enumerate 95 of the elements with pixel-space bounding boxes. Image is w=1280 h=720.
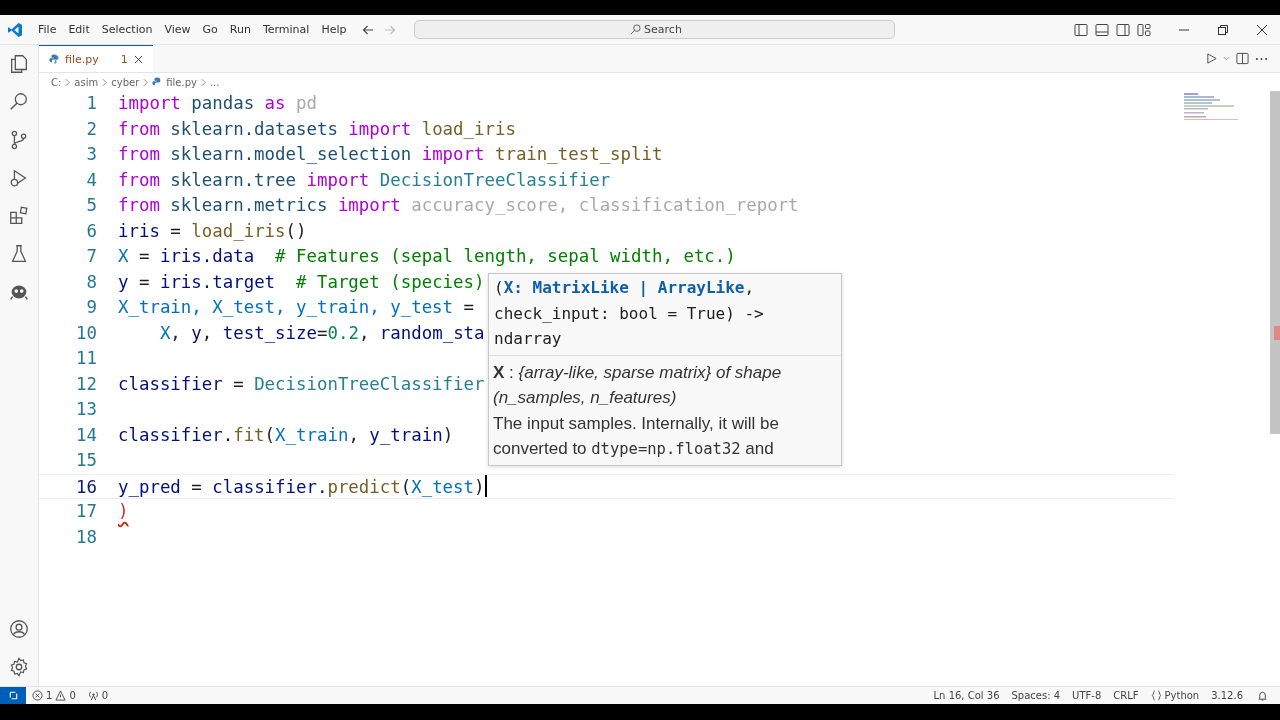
line-ending-setting[interactable]: CRLF: [1107, 690, 1145, 701]
search-icon[interactable]: [8, 91, 30, 113]
code-line: X, y, test_size=0.2, random_sta: [158, 321, 485, 345]
encoding-setting[interactable]: UTF-8: [1066, 690, 1108, 701]
line-number: 10: [75, 321, 97, 345]
code-line: classifier = DecisionTreeClassifier: [118, 372, 485, 396]
line-number: 6: [85, 219, 97, 243]
close-icon[interactable]: [1256, 23, 1268, 36]
chevron-icon: [143, 77, 149, 87]
back-arrow-icon[interactable]: [362, 23, 375, 36]
line-number: 13: [75, 398, 97, 421]
line-number: 5: [85, 194, 97, 217]
search-icon: [630, 24, 642, 35]
scrollbar-thumb[interactable]: [1270, 91, 1280, 434]
breadcrumb-item[interactable]: file.py: [166, 76, 197, 88]
ports-indicator[interactable]: 0: [81, 690, 115, 701]
close-icon[interactable]: [133, 54, 143, 64]
search-field[interactable]: Search: [414, 20, 896, 39]
braces-icon: [1150, 690, 1162, 701]
code-line: X = iris.data # Features (sepal length, sepal width, etc.): [118, 245, 736, 268]
bell-icon[interactable]: [1257, 690, 1268, 701]
run-icon[interactable]: [1206, 53, 1217, 64]
line-number: 9: [85, 296, 97, 319]
restore-icon[interactable]: [1217, 23, 1229, 36]
code-line: from sklearn.datasets import load_iris: [118, 117, 516, 141]
menu-item[interactable]: View: [158, 23, 197, 36]
error-marker: [1274, 326, 1280, 340]
error-icon: [32, 690, 43, 701]
account-icon[interactable]: [8, 618, 30, 640]
code-line: iris = load_iris(): [118, 219, 307, 243]
code-line: classifier.fit(X_train, y_train): [118, 423, 454, 447]
python-file-icon: [49, 54, 59, 64]
code-line: y = iris.target # Target (species): [118, 270, 485, 294]
interpreter-version[interactable]: 3.12.6: [1205, 690, 1249, 701]
settings-icon[interactable]: [8, 656, 30, 678]
line-number: 18: [75, 525, 97, 549]
menu-item[interactable]: Help: [315, 23, 353, 36]
line-number: 11: [75, 347, 97, 370]
breadcrumb-item[interactable]: asim: [74, 76, 99, 88]
line-number: 15: [75, 449, 97, 472]
breadcrumb-item[interactable]: C:: [51, 76, 62, 88]
code-line: from sklearn.model_selection import train_test_split: [118, 143, 663, 166]
line-number: 4: [85, 168, 97, 192]
code-line: from sklearn.metrics import accuracy_score, classification_report: [118, 194, 799, 217]
chevron-icon: [65, 77, 71, 87]
line-number: 8: [85, 270, 97, 294]
warning-icon: [55, 690, 67, 701]
customize-layout-icon[interactable]: [1137, 22, 1151, 37]
code-line: X_train, X_test, y_train, y_test =: [118, 296, 474, 319]
breadcrumb-item[interactable]: cyber: [111, 76, 140, 88]
text-cursor: [484, 475, 487, 498]
extensions-icon[interactable]: [8, 205, 30, 227]
problems-indicator[interactable]: 1 0: [26, 690, 82, 701]
split-editor-icon[interactable]: [1236, 52, 1249, 65]
menu-item[interactable]: Edit: [62, 23, 96, 36]
cursor-position[interactable]: Ln 16, Col 36: [927, 690, 1006, 701]
indentation-setting[interactable]: Spaces: 4: [1005, 690, 1067, 701]
line-number: 2: [85, 117, 97, 141]
sidebar-layout-icon[interactable]: [1074, 22, 1088, 37]
files-icon[interactable]: [8, 53, 30, 75]
remote-button[interactable]: [0, 687, 26, 704]
editor-tab[interactable]: file.py 1: [39, 45, 153, 72]
antenna-icon: [87, 690, 99, 701]
editor-logo-icon: [7, 21, 23, 38]
language-mode[interactable]: Python: [1144, 690, 1206, 701]
chevron-icon: [200, 77, 206, 87]
breadcrumb-item[interactable]: ...: [209, 76, 220, 88]
menu-item[interactable]: Run: [223, 23, 257, 36]
code-line: import pandas as pd: [118, 92, 317, 115]
parameter-doc: X : {array-like, sparse matrix} of shape (n_samples, n_features): [493, 361, 783, 409]
line-number: 12: [75, 372, 97, 396]
description-text: The input samples. Internally, it will be converted to dtype=np.float32 and: [493, 412, 780, 460]
secondary-sidebar-icon[interactable]: [1116, 22, 1130, 37]
code-line: y_pred = classifier.predict(X_test): [118, 475, 485, 498]
code-line: from sklearn.tree import DecisionTreeClassifier: [118, 168, 611, 192]
menu-item[interactable]: Go: [196, 23, 224, 36]
menu-item[interactable]: Terminal: [256, 23, 316, 36]
menu-item[interactable]: File: [32, 23, 63, 36]
chevron-icon: [102, 77, 108, 87]
panel-layout-icon[interactable]: [1095, 22, 1109, 37]
line-number: 7: [85, 245, 97, 268]
signature-text: check_input: bool = True) ->: [494, 302, 765, 325]
line-number: 14: [75, 423, 97, 447]
menu-item[interactable]: Selection: [95, 23, 159, 36]
line-number: 17: [75, 500, 97, 523]
minimap-drawing: [1184, 93, 1238, 123]
code-line: ): [118, 500, 129, 523]
python-file-icon: [152, 77, 163, 87]
more-icon[interactable]: [1255, 56, 1268, 61]
line-number: 3: [85, 143, 97, 166]
line-number: 16: [75, 475, 97, 498]
remote-icon: [7, 690, 19, 701]
signature-text: (X: MatrixLike | ArrayLike,: [494, 277, 756, 299]
signature-text: ndarray: [494, 328, 563, 350]
line-number: 1: [85, 92, 97, 115]
